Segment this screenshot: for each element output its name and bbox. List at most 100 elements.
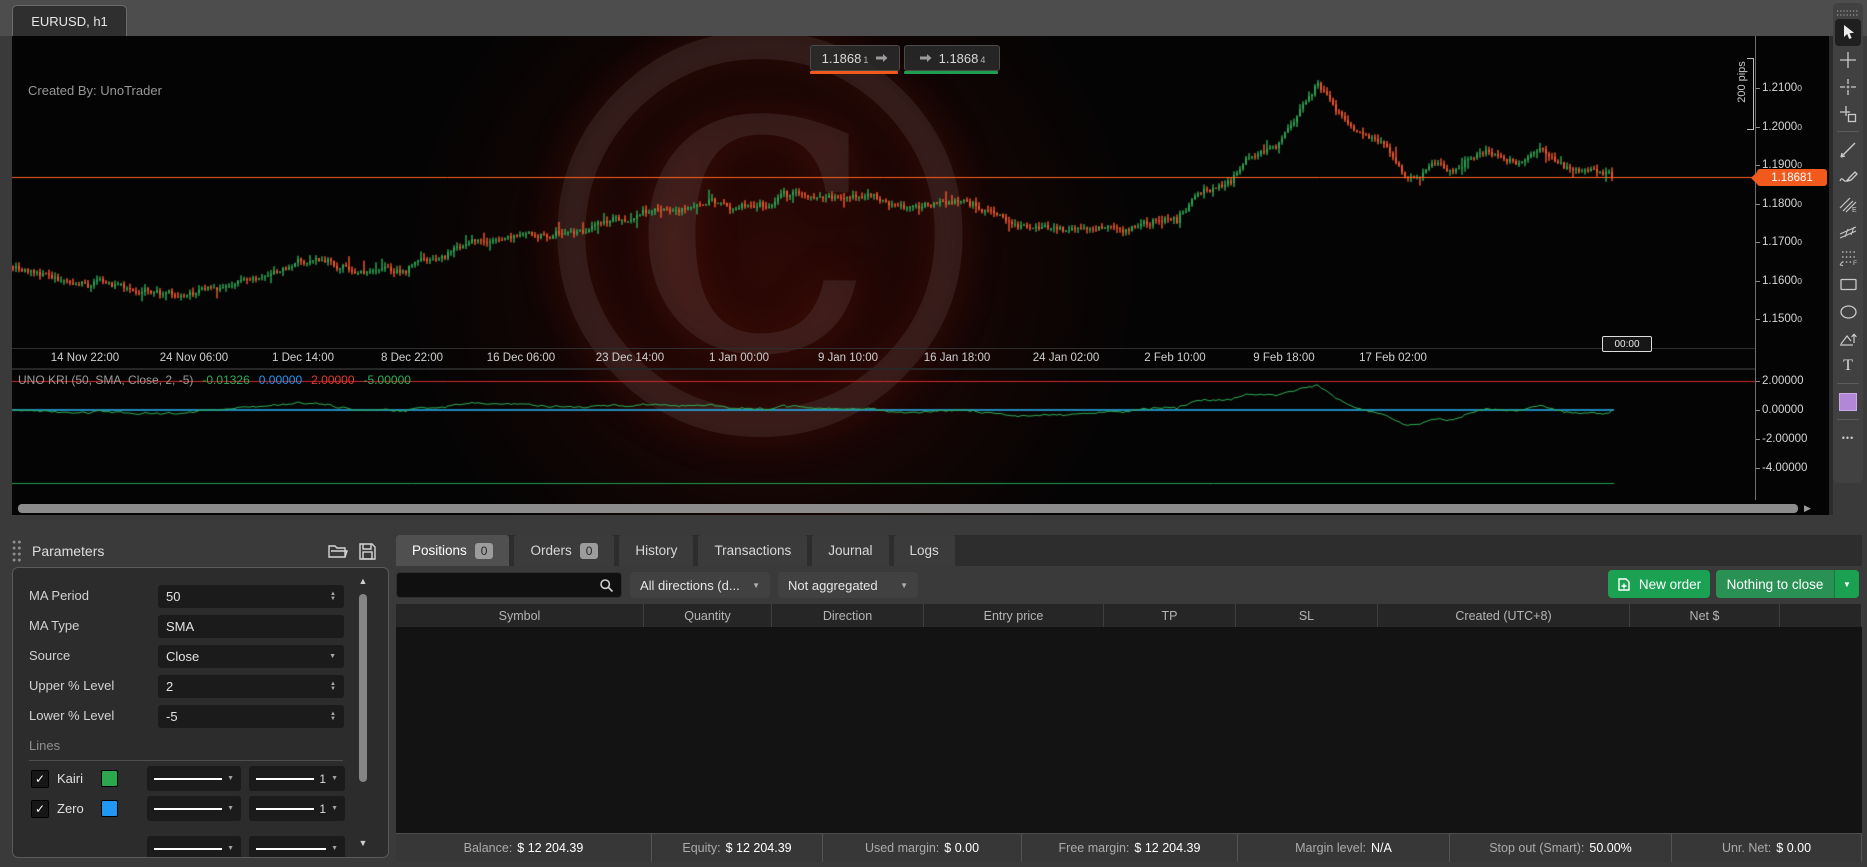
panel-drag-handle[interactable]: ●●●●●●●● [12, 540, 20, 564]
load-template-icon[interactable] [327, 542, 348, 560]
status-free-margin-: Free margin:$ 12 204.39 [1022, 834, 1238, 862]
freehand-draw-icon[interactable] [1835, 163, 1861, 190]
sell-button[interactable]: 1.18681 [810, 45, 900, 71]
crosshair-icon[interactable] [1835, 46, 1861, 73]
parallel-lines-icon[interactable] [1835, 217, 1861, 244]
color-swatch-zero[interactable] [101, 800, 118, 817]
line-style-select[interactable]: ▼ [147, 766, 241, 791]
column-header-sl[interactable]: SL [1236, 604, 1378, 627]
time-tick: 9 Jan 10:00 [818, 352, 878, 364]
more-options-icon[interactable]: ••• [1835, 424, 1861, 451]
save-template-icon[interactable] [358, 542, 377, 561]
scroll-up-arrow[interactable]: ▲ [357, 576, 369, 586]
checkbox-kairi[interactable]: ✓ [31, 770, 49, 788]
column-header-symbol[interactable]: Symbol [396, 604, 644, 627]
text-tool-icon[interactable]: T [1835, 352, 1861, 379]
line-width-select[interactable]: 1▼ [249, 796, 345, 821]
tab-count-badge: 0 [475, 543, 494, 559]
rectangle-icon[interactable] [1835, 271, 1861, 298]
drawing-toolbar[interactable]: EF T ••• [1833, 3, 1863, 483]
search-input[interactable] [397, 578, 599, 593]
time-tick: 23 Dec 14:00 [596, 352, 664, 364]
tab-orders[interactable]: Orders0 [514, 535, 614, 566]
param-label: Lower % Level [29, 708, 114, 723]
close-options-dropdown[interactable]: ▼ [1834, 570, 1859, 598]
chart-horizontal-scrollbar[interactable] [18, 504, 1798, 513]
equidistant-channel-icon[interactable]: E [1835, 190, 1861, 217]
crosshair-square-icon[interactable] [1835, 100, 1861, 127]
time-tick: 16 Jan 18:00 [924, 352, 991, 364]
indicator-axis-tick: 2.00000 [1762, 375, 1804, 387]
ellipse-icon[interactable] [1835, 298, 1861, 325]
account-status-bar: Balance:$ 12 204.39Equity:$ 12 204.39Use… [396, 833, 1862, 862]
buy-button[interactable]: 1.18684 [904, 45, 1000, 71]
buy-pip-digit: 4 [980, 52, 985, 65]
new-order-icon [1617, 577, 1631, 592]
column-header-quantity[interactable]: Quantity [644, 604, 772, 627]
color-swatch-kairi[interactable] [101, 770, 118, 787]
direction-filter-dropdown[interactable]: All directions (d... ▼ [630, 572, 770, 598]
indicator-header[interactable]: UNO KRI (50, SMA, Close, 2, -5)-0.013260… [18, 373, 411, 387]
pointer-icon[interactable] [1835, 19, 1861, 46]
chart-tab-eurusd-h1[interactable]: EURUSD, h1 [12, 5, 127, 37]
buy-color-bar [904, 71, 998, 74]
toolbar-grip[interactable] [1835, 7, 1861, 19]
indicator-title[interactable]: UNO KRI (50, SMA, Close, 2, -5) [18, 373, 193, 387]
time-tick: 16 Dec 06:00 [487, 352, 555, 364]
time-axis[interactable]: 14 Nov 22:0024 Nov 06:001 Dec 14:008 Dec… [12, 348, 1755, 369]
new-order-button[interactable]: New order [1608, 570, 1710, 598]
fibonacci-grid-icon[interactable]: F [1835, 244, 1861, 271]
parameters-panel-title: Parameters [32, 543, 104, 559]
param-input-ma-period[interactable]: 50▲▼ [158, 585, 344, 608]
price-chart-canvas[interactable] [12, 36, 1755, 348]
aggregation-filter-value: Not aggregated [788, 578, 878, 593]
indicator-canvas[interactable] [12, 370, 1755, 500]
checkbox-zero[interactable]: ✓ [31, 800, 49, 818]
close-positions-button[interactable]: Nothing to close [1716, 570, 1834, 598]
price-axis-line [1755, 36, 1756, 500]
tab-journal[interactable]: Journal [812, 535, 888, 566]
trend-line-icon[interactable] [1835, 136, 1861, 163]
column-header-empty[interactable] [1780, 604, 1862, 627]
trade-panel-tabs[interactable]: Positions0Orders0History Transactions Jour… [396, 535, 1862, 566]
scroll-right-arrow[interactable]: ▶ [1804, 503, 1811, 514]
pips-range-label: 200 pips [1736, 52, 1748, 112]
arrow-right-icon [875, 53, 888, 63]
time-tick: 8 Dec 22:00 [381, 352, 443, 364]
tab-label: Transactions [714, 543, 791, 558]
parameters-panel-body: MA Period50▲▼MA TypeSMASourceClose▼Upper… [12, 567, 389, 858]
param-input-lower-level[interactable]: -5▲▼ [158, 705, 344, 728]
param-input-source[interactable]: Close▼ [158, 645, 344, 668]
color-swatch-icon[interactable] [1835, 388, 1861, 415]
price-tick: 1.15000 [1762, 313, 1802, 325]
tab-logs[interactable]: Logs [894, 535, 955, 566]
indicator-axis-tick: -4.00000 [1762, 462, 1807, 474]
search-icon[interactable] [599, 578, 614, 593]
chart-area[interactable]: © Created By: UnoTrader 14 Nov 22:0024 N… [12, 36, 1829, 515]
column-header-created-utc-8-[interactable]: Created (UTC+8) [1378, 604, 1630, 627]
param-input-upper-level[interactable]: 2▲▼ [158, 675, 344, 698]
param-input-ma-type[interactable]: SMA [158, 615, 344, 638]
column-header-tp[interactable]: TP [1104, 604, 1236, 627]
aggregation-filter-dropdown[interactable]: Not aggregated ▼ [778, 572, 918, 598]
price-tick: 1.18000 [1762, 198, 1802, 210]
line-style-select[interactable]: ▼ [147, 836, 241, 858]
column-header-entry-price[interactable]: Entry price [924, 604, 1104, 627]
scroll-down-arrow[interactable]: ▼ [357, 838, 369, 848]
line-width-select[interactable]: 1▼ [249, 766, 345, 791]
column-header-direction[interactable]: Direction [772, 604, 924, 627]
positions-table-body[interactable] [396, 627, 1862, 833]
sell-price: 1.1868 [822, 51, 862, 66]
column-header-net-[interactable]: Net $ [1630, 604, 1780, 627]
line-style-select[interactable]: ▼ [249, 836, 345, 858]
tab-positions[interactable]: Positions0 [396, 535, 509, 566]
line-style-select[interactable]: ▼ [147, 796, 241, 821]
tab-history[interactable]: History [619, 535, 693, 566]
pattern-arrow-icon[interactable] [1835, 325, 1861, 352]
vertical-scrollbar-thumb[interactable] [359, 594, 367, 782]
tab-transactions[interactable]: Transactions [698, 535, 807, 566]
crosshair-dashed-icon[interactable] [1835, 73, 1861, 100]
tab-label: Logs [910, 543, 939, 558]
time-tick: 24 Nov 06:00 [160, 352, 228, 364]
positions-search[interactable] [396, 572, 622, 598]
